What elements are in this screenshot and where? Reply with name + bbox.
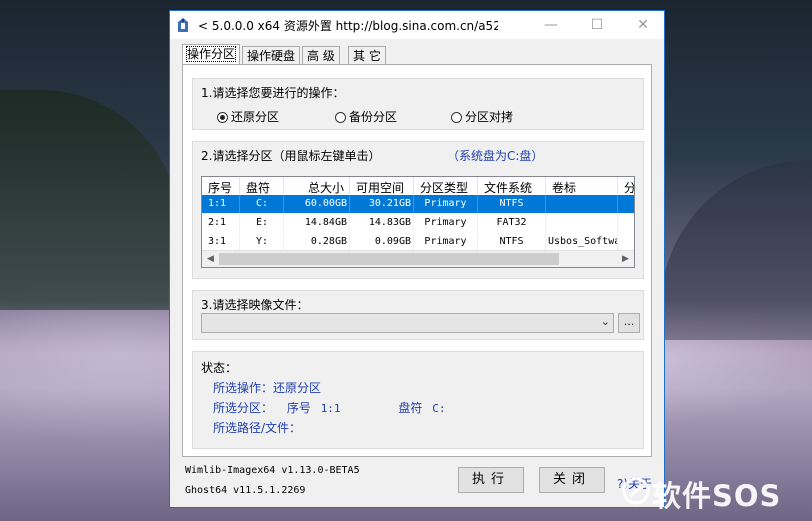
status-operation-value: 还原分区 [273, 381, 322, 395]
cell-fs: NTFS [478, 233, 546, 251]
status-drive-label: 盘符 [398, 401, 423, 415]
app-window: < 5.0.0.0 x64 资源外置 http://blog.sina.com.… [169, 10, 665, 508]
status-group: 状态： 所选操作：还原分区 所选分区： 序号 1:1 盘符 C: 所选路径/文件… [192, 351, 644, 449]
status-operation: 所选操作：还原分区 [213, 379, 321, 396]
cell-fs: FAT32 [478, 214, 546, 232]
image-file-group: 3.请选择映像文件： ⌄ ... [192, 290, 644, 340]
cell-type: Primary [414, 214, 478, 232]
table-row[interactable]: 1:1 C: 60.00GB 30.21GB Primary NTFS [202, 195, 634, 213]
system-drive-note: （系统盘为C:盘） [447, 149, 544, 163]
watermark-logo-icon [622, 477, 650, 505]
close-window-button[interactable]: ✕ [620, 11, 666, 39]
image-file-label: 3.请选择映像文件： [201, 298, 309, 312]
cell-label [546, 195, 618, 213]
status-index-label: 序号 [286, 401, 311, 415]
tab-partition[interactable]: 操作分区 [182, 44, 241, 65]
scrollbar-thumb[interactable] [219, 253, 559, 265]
cell-free: 14.83GB [350, 214, 414, 232]
wimlib-version: Wimlib-Imagex64 v1.13.0-BETA5 [185, 465, 360, 476]
background-hill-left [0, 90, 180, 310]
cell-total: 60.00GB [284, 195, 350, 213]
status-drive-value: C: [432, 402, 446, 415]
execute-button[interactable]: 执行 [458, 467, 524, 493]
partition-group: 2.请选择分区（用鼠标左键单击） （系统盘为C:盘） 序号 盘符 总大小 可用空… [192, 141, 644, 279]
radio-backup[interactable]: 备份分区 [335, 108, 397, 125]
cell-fs: NTFS [478, 195, 546, 213]
table-row[interactable]: 2:1 E: 14.84GB 14.83GB Primary FAT32 [202, 214, 634, 232]
browse-button[interactable]: ... [618, 313, 640, 333]
radio-backup-label: 备份分区 [349, 110, 398, 124]
tab-panel-partition: 1.请选择您要进行的操作： 还原分区 备份分区 分区对拷 2.请选择分区（用鼠标… [182, 64, 652, 457]
status-partition: 所选分区： 序号 1:1 盘符 C: [213, 399, 445, 416]
cell-partition [618, 195, 634, 213]
cell-index: 2:1 [202, 214, 240, 232]
cell-partition [618, 233, 634, 251]
cell-label [546, 214, 618, 232]
tab-partition-label: 操作分区 [185, 46, 237, 62]
app-icon [178, 18, 188, 32]
cell-drive: Y: [240, 233, 284, 251]
horizontal-scrollbar[interactable]: ◀ ▶ [202, 250, 634, 267]
status-label: 状态： [201, 361, 238, 375]
tab-advanced-label: 高 级 [307, 49, 335, 63]
cell-type: Primary [414, 233, 478, 251]
radio-backup-indicator [335, 112, 346, 123]
operation-group: 1.请选择您要进行的操作： 还原分区 备份分区 分区对拷 [192, 78, 644, 130]
close-button[interactable]: 关闭 [539, 467, 605, 493]
cell-total: 14.84GB [284, 214, 350, 232]
status-index-value: 1:1 [320, 402, 341, 415]
scroll-right-icon[interactable]: ▶ [617, 251, 634, 267]
ghost-version: Ghost64 v11.5.1.2269 [185, 485, 306, 496]
cell-free: 0.09GB [350, 233, 414, 251]
title-bar[interactable]: < 5.0.0.0 x64 资源外置 http://blog.sina.com.… [170, 11, 664, 39]
tab-advanced[interactable]: 高 级 [302, 46, 340, 64]
cell-index: 3:1 [202, 233, 240, 251]
partition-list[interactable]: 序号 盘符 总大小 可用空间 分区类型 文件系统 卷标 分区 1:1 C: 60… [201, 176, 635, 268]
radio-copy-label: 分区对拷 [465, 110, 514, 124]
cell-total: 0.28GB [284, 233, 350, 251]
partition-label: 2.请选择分区（用鼠标左键单击） [201, 149, 381, 163]
watermark: 软件SOS [622, 472, 808, 513]
cell-partition [618, 214, 634, 232]
status-operation-label: 所选操作： [213, 381, 274, 395]
cell-free: 30.21GB [350, 195, 414, 213]
minimize-button[interactable]: — [528, 11, 574, 39]
watermark-text: 软件SOS [652, 479, 782, 513]
cell-type: Primary [414, 195, 478, 213]
radio-copy-indicator [451, 112, 462, 123]
radio-copy[interactable]: 分区对拷 [451, 108, 513, 125]
window-title: < 5.0.0.0 x64 资源外置 http://blog.sina.com.… [198, 19, 498, 33]
scroll-left-icon[interactable]: ◀ [202, 251, 219, 267]
status-partition-label: 所选分区： [213, 401, 274, 415]
tab-other[interactable]: 其 它 [348, 46, 386, 64]
tab-other-label: 其 它 [353, 49, 381, 63]
table-row[interactable]: 3:1 Y: 0.28GB 0.09GB Primary NTFS Usbos_… [202, 233, 634, 251]
cell-index: 1:1 [202, 195, 240, 213]
operation-label: 1.请选择您要进行的操作： [201, 86, 345, 100]
maximize-button[interactable]: ☐ [574, 11, 620, 39]
chevron-down-icon: ⌄ [600, 315, 610, 328]
status-path: 所选路径/文件： [213, 421, 302, 435]
radio-restore[interactable]: 还原分区 [217, 108, 279, 125]
tab-disk-label: 操作硬盘 [247, 49, 296, 63]
tab-disk[interactable]: 操作硬盘 [242, 46, 301, 64]
image-file-combo[interactable]: ⌄ [201, 313, 614, 333]
cell-drive: E: [240, 214, 284, 232]
radio-restore-label: 还原分区 [231, 110, 280, 124]
cell-drive: C: [240, 195, 284, 213]
cell-label: Usbos_Softwa [546, 233, 618, 251]
radio-restore-indicator [217, 112, 228, 123]
